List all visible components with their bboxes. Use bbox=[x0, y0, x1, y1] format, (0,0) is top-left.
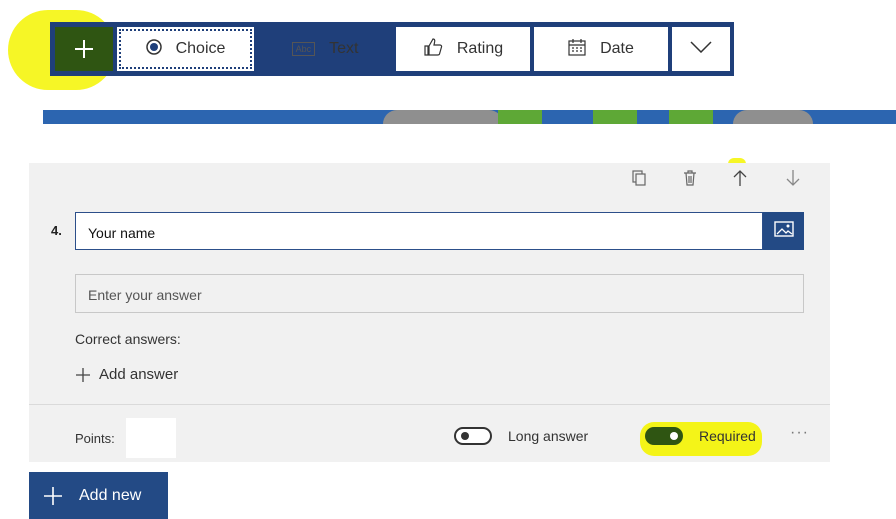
rating-type-button[interactable]: Rating bbox=[396, 27, 530, 71]
thumbs-up-icon bbox=[423, 37, 443, 61]
add-new-button[interactable]: Add new bbox=[29, 472, 168, 519]
delete-icon[interactable] bbox=[683, 170, 697, 191]
text-type-button[interactable]: Abc Text bbox=[258, 27, 392, 71]
question-title-input[interactable] bbox=[75, 212, 763, 250]
plus-icon bbox=[75, 367, 91, 383]
insert-media-button[interactable] bbox=[763, 212, 804, 250]
add-answer-label: Add answer bbox=[99, 366, 179, 383]
plus-icon bbox=[43, 486, 63, 506]
add-answer-button[interactable]: Add answer bbox=[75, 366, 178, 383]
rating-label: Rating bbox=[456, 40, 504, 57]
long-answer-toggle[interactable] bbox=[454, 427, 492, 445]
add-question-button[interactable] bbox=[55, 27, 113, 71]
plus-icon bbox=[73, 38, 95, 60]
choice-type-button[interactable]: Choice bbox=[117, 27, 254, 71]
move-up-icon[interactable] bbox=[732, 169, 748, 192]
copy-icon[interactable] bbox=[632, 170, 646, 191]
image-icon bbox=[773, 220, 794, 242]
theme-banner bbox=[43, 110, 896, 124]
text-field-icon: Abc bbox=[291, 42, 316, 56]
question-type-toolbar: Choice Abc Text Rating Date bbox=[50, 22, 734, 76]
more-types-button[interactable] bbox=[672, 27, 730, 71]
points-label: Points: bbox=[75, 431, 115, 446]
long-answer-label: Long answer bbox=[508, 428, 589, 444]
text-label: Text bbox=[329, 40, 359, 57]
add-new-label: Add new bbox=[79, 486, 142, 504]
date-label: Date bbox=[600, 40, 634, 57]
required-toggle[interactable] bbox=[645, 427, 683, 445]
more-options-icon[interactable]: ··· bbox=[790, 424, 809, 442]
choice-label: Choice bbox=[175, 40, 226, 57]
question-number: 4. bbox=[51, 223, 62, 238]
move-down-icon[interactable] bbox=[785, 169, 801, 192]
correct-answers-label: Correct answers: bbox=[75, 331, 181, 347]
chevron-down-icon bbox=[690, 40, 712, 58]
radio-icon bbox=[145, 38, 162, 60]
date-type-button[interactable]: Date bbox=[534, 27, 668, 71]
points-input[interactable] bbox=[126, 418, 176, 458]
question-title-text: Your name bbox=[88, 225, 156, 241]
required-label: Required bbox=[699, 428, 756, 444]
answer-placeholder: Enter your answer bbox=[88, 287, 202, 303]
calendar-icon bbox=[568, 38, 586, 61]
